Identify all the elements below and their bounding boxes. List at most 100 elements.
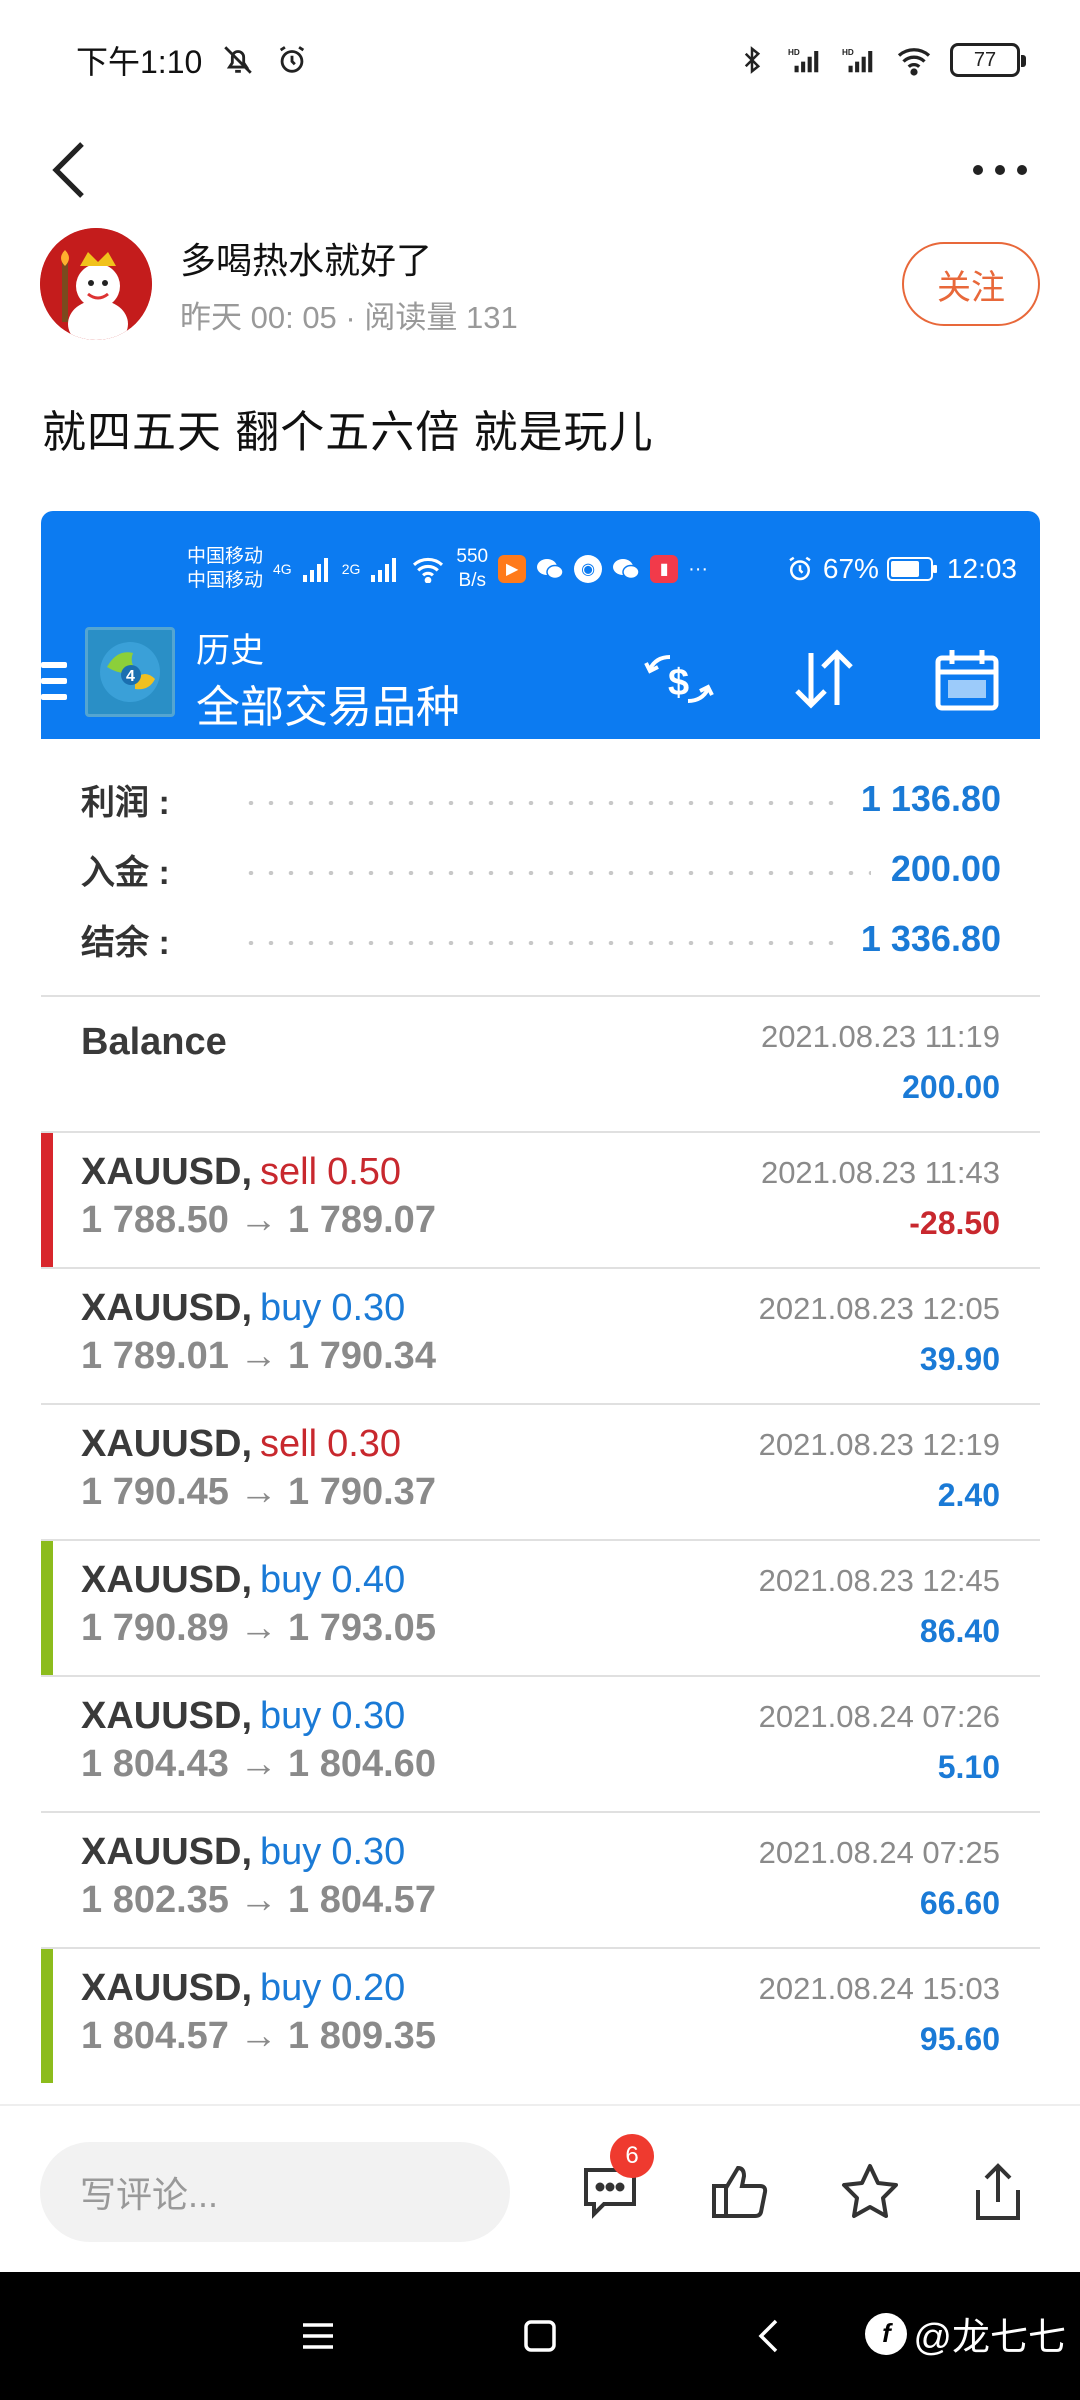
deal-row[interactable]: XAUUSD, buy 0.30 1 804.43 → 1 804.60 2021.08… [41, 1675, 1040, 1811]
summary-row-profit: 利润 : 1 136.80 [81, 769, 1001, 829]
balance-title: Balance [81, 1021, 227, 1063]
follow-button[interactable]: 关注 [902, 242, 1040, 326]
sort-button[interactable] [784, 639, 864, 719]
wechat-icon [536, 555, 564, 583]
svg-text:HD: HD [842, 48, 854, 57]
recents-button[interactable] [288, 2306, 348, 2366]
deal-prices: 1 788.50 → 1 789.07 [81, 1199, 436, 1241]
like-button[interactable] [702, 2154, 778, 2230]
embedded-screenshot[interactable]: 中国移动 中国移动 4G 2G 550 B/s ▶ ◉ ▮ ··· 67% 12… [41, 511, 1040, 2111]
signal-icon [302, 558, 328, 582]
comments-button[interactable]: 6 [572, 2134, 654, 2230]
svg-text:HD: HD [788, 48, 800, 57]
watermark: f @龙七七 [865, 2306, 1066, 2361]
currency-exchange-icon: $ [644, 655, 714, 704]
embedded-status-bar: 中国移动 中国移动 4G 2G 550 B/s ▶ ◉ ▮ ··· 67% 12… [187, 539, 1017, 599]
battery-icon: 77 [950, 43, 1026, 77]
avatar[interactable] [40, 228, 152, 340]
balance-row[interactable]: Balance 2021.08.23 11:19 200.00 [41, 995, 1040, 1131]
author-name[interactable]: 多喝热水就好了 [180, 232, 432, 284]
alarm-icon [789, 556, 811, 581]
deal-profit: 86.40 [919, 1613, 1000, 1649]
deal-volume: 0.30 [331, 1695, 406, 1737]
share-icon [976, 2163, 1020, 2220]
battery-icon [886, 557, 937, 581]
comment-input[interactable]: 写评论... [40, 2142, 510, 2242]
summary-label: 结余 : [81, 923, 170, 962]
more-button[interactable] [960, 142, 1040, 198]
mt-header: 中国移动 中国移动 4G 2G 550 B/s ▶ ◉ ▮ ··· 67% 12… [41, 511, 1040, 739]
network-4g: 4G [273, 561, 292, 577]
embedded-time: 12:03 [946, 553, 1017, 584]
status-time: 下午1:10 [76, 44, 203, 80]
screen-title[interactable]: 全部交易品种 [196, 671, 460, 735]
deal-row[interactable]: XAUUSD, buy 0.30 1 802.35 → 1 804.57 2021.08… [41, 1811, 1040, 1947]
deal-side: sell [260, 1151, 318, 1193]
svg-text:4: 4 [126, 668, 135, 685]
currency-exchange-button[interactable]: $ [639, 639, 719, 719]
summary-row-deposit: 入金 : 200.00 [81, 839, 1001, 899]
bluetooth-icon [734, 42, 770, 78]
symbol-name: XAUUSD, [81, 1423, 253, 1465]
deal-symbol: XAUUSD, buy 0.20 [81, 1967, 405, 2010]
deal-profit: 66.60 [919, 1885, 1000, 1921]
deal-row[interactable]: XAUUSD, sell 0.30 1 790.45 → 1 790.37 2021.0… [41, 1403, 1040, 1539]
net-speed-unit: B/s [458, 570, 486, 591]
deal-volume: 0.30 [327, 1423, 402, 1465]
calendar-icon [935, 650, 999, 711]
signal-hd-icon: HD [788, 42, 824, 78]
comment-count-badge: 6 [610, 2134, 654, 2178]
top-nav [0, 120, 1080, 220]
deal-side: buy [260, 1559, 322, 1601]
deal-time: 2021.08.23 12:19 [758, 1427, 1000, 1462]
deal-time: 2021.08.24 07:26 [758, 1699, 1000, 1734]
deal-time: 2021.08.23 12:05 [758, 1291, 1000, 1326]
wifi-icon [413, 557, 444, 583]
alarm-icon [274, 42, 310, 78]
post-text: 就四五天 翻个五六倍 就是玩儿 [42, 408, 654, 457]
carrier-1: 中国移动 [187, 546, 264, 567]
chevron-left-icon [758, 2319, 778, 2353]
carrier-2: 中国移动 [187, 570, 264, 591]
deal-volume: 0.30 [331, 1287, 406, 1329]
deal-time: 2021.08.23 12:45 [758, 1563, 1000, 1598]
deal-row[interactable]: XAUUSD, buy 0.20 1 804.57 → 1 809.35 2021.08… [41, 1947, 1040, 2083]
network-2g: 2G [341, 561, 361, 577]
deal-volume: 0.40 [331, 1559, 406, 1601]
share-button[interactable] [960, 2154, 1036, 2230]
book-app-icon: ▮ [650, 555, 679, 583]
deal-volume: 0.30 [331, 1831, 406, 1873]
deal-time: 2021.08.23 11:19 [760, 1019, 1000, 1054]
deal-volume: 0.20 [331, 1967, 406, 2009]
chevron-left-icon [52, 142, 84, 198]
deal-side: buy [260, 1831, 322, 1873]
deal-row[interactable]: XAUUSD, buy 0.30 1 789.01 → 1 790.34 2021.08… [41, 1267, 1040, 1403]
deal-symbol: XAUUSD, sell 0.30 [81, 1423, 401, 1466]
deal-prices: 1 790.45 → 1 790.37 [81, 1471, 436, 1513]
deal-profit: 95.60 [919, 2021, 1000, 2057]
battery-level: 77 [973, 48, 997, 71]
deal-row[interactable]: XAUUSD, sell 0.50 1 788.50 → 1 789.07 2021.0… [41, 1131, 1040, 1267]
leader-dots [241, 871, 871, 875]
favorite-button[interactable] [832, 2154, 908, 2230]
deal-prices: 1 804.57 → 1 809.35 [81, 2015, 436, 2057]
back-button[interactable] [40, 132, 100, 208]
symbol-name: XAUUSD, [81, 1967, 253, 2009]
overflow-dots-icon: ··· [688, 557, 709, 580]
signal-hd-icon: HD [842, 42, 878, 78]
leader-dots [241, 941, 841, 945]
summary-value: 1 136.80 [860, 778, 1001, 819]
deal-side: buy [260, 1695, 322, 1737]
summary-row-balance: 结余 : 1 336.80 [81, 909, 1001, 969]
menu-button[interactable] [41, 656, 71, 706]
deal-prices: 1 804.43 → 1 804.60 [81, 1743, 436, 1785]
calendar-button[interactable] [927, 639, 1007, 719]
embedded-battery-text: 67% [822, 553, 879, 584]
summary-label: 利润 : [81, 783, 170, 822]
deal-profit: -28.50 [909, 1205, 1000, 1241]
deal-row[interactable]: XAUUSD, buy 0.40 1 790.89 → 1 793.05 2021.08… [41, 1539, 1040, 1675]
deal-prices: 1 790.89 → 1 793.05 [81, 1607, 436, 1649]
system-back-button[interactable] [738, 2306, 798, 2366]
home-button[interactable] [510, 2306, 570, 2366]
sort-arrows-icon [795, 649, 853, 709]
